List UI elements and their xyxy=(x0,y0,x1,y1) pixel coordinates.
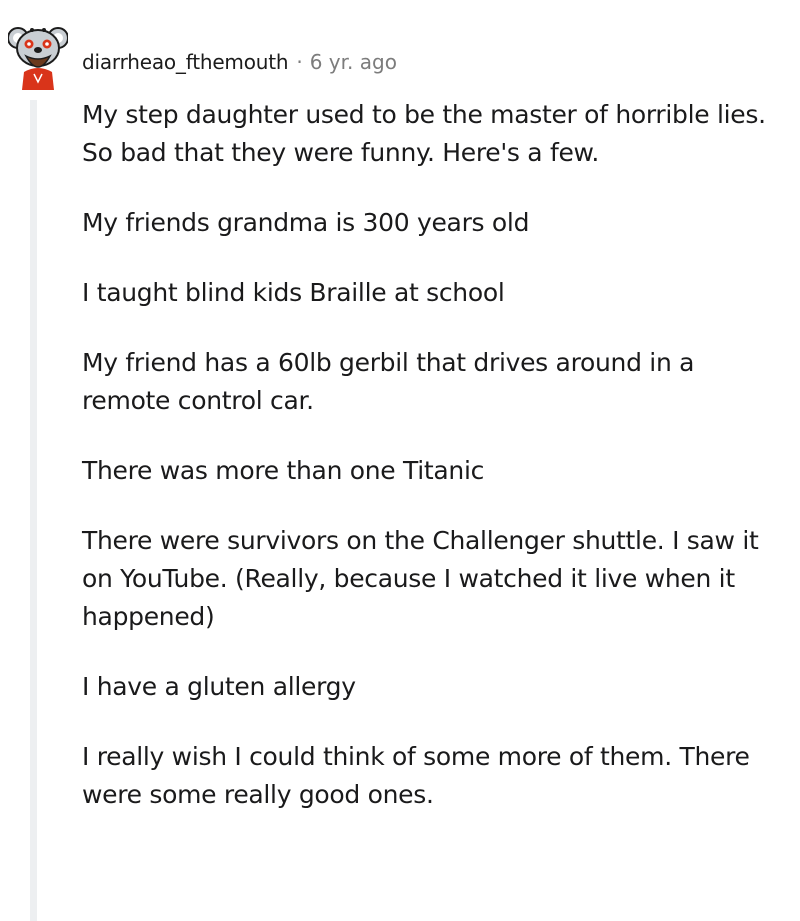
comment-age[interactable]: 6 yr. ago xyxy=(310,50,397,74)
username-link[interactable]: diarrheao_fthemouth xyxy=(82,50,289,74)
thread-line[interactable] xyxy=(30,100,37,921)
comment-paragraph: My step daughter used to be the master o… xyxy=(82,100,766,167)
comment-meta: diarrheao_fthemouth · 6 yr. ago xyxy=(82,47,397,77)
meta-separator: · xyxy=(296,50,303,74)
comment-paragraph: My friends grandma is 300 years old xyxy=(82,208,530,237)
comment-paragraph: There were survivors on the Challenger s… xyxy=(82,526,759,631)
comment-paragraph: My friend has a 60lb gerbil that drives … xyxy=(82,348,695,415)
comment-body: My step daughter used to be the master o… xyxy=(82,96,772,814)
comment-paragraph: I taught blind kids Braille at school xyxy=(82,278,505,307)
comment-paragraph: There was more than one Titanic xyxy=(82,456,485,485)
comment-paragraph: I have a gluten allergy xyxy=(82,672,356,701)
comment-paragraph: I really wish I could think of some more… xyxy=(82,742,750,809)
snoo-avatar-icon[interactable] xyxy=(7,20,69,90)
